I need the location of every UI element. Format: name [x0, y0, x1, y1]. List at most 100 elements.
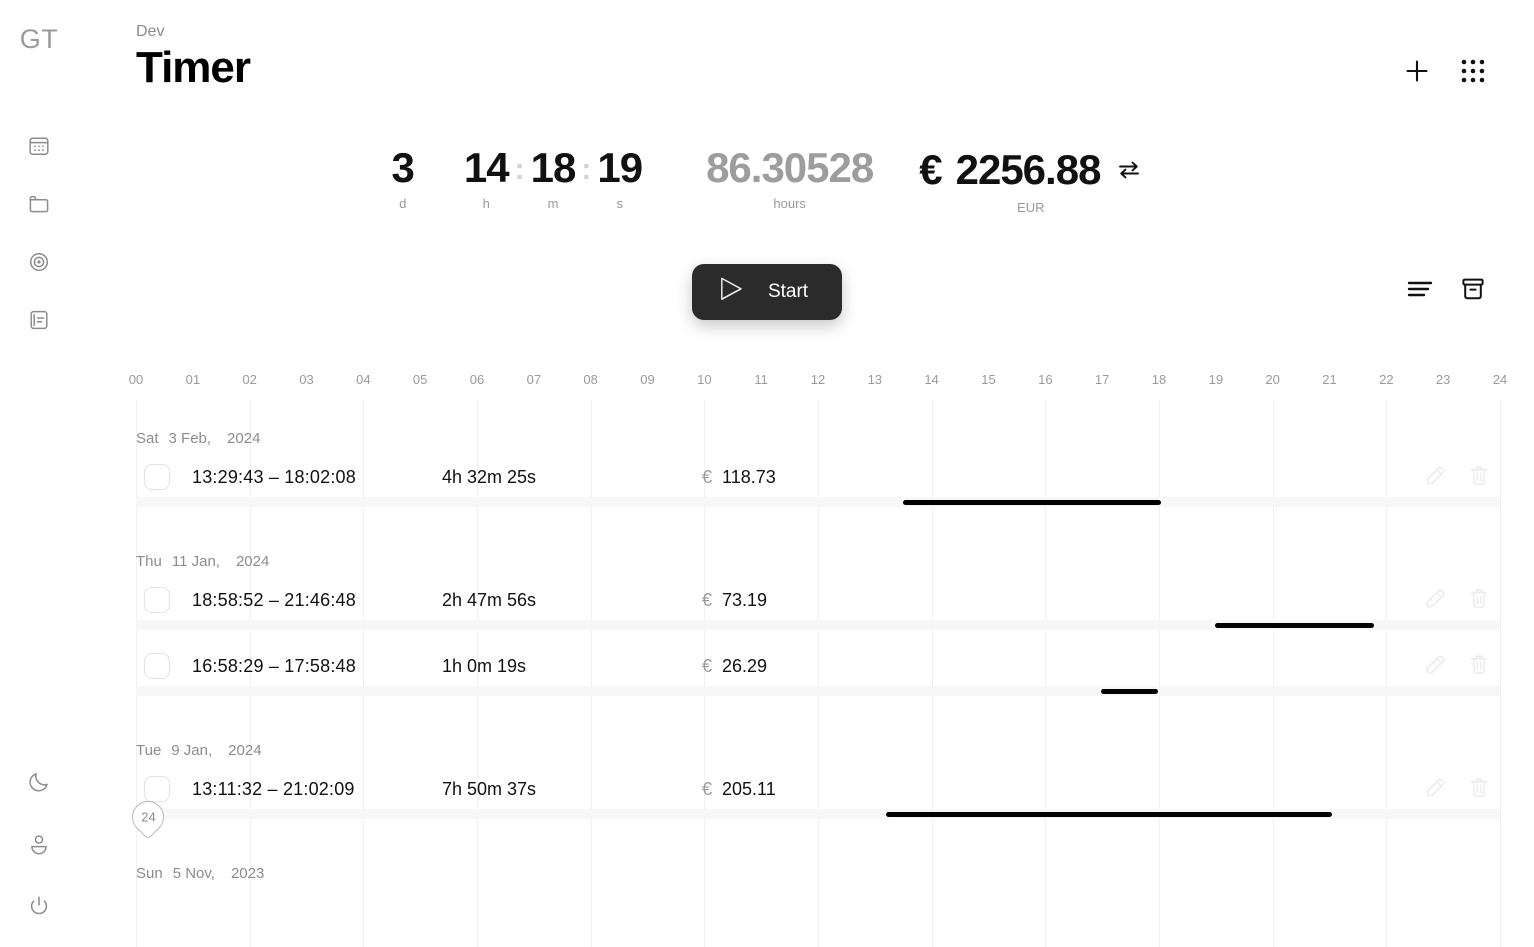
- hour-tick: 05: [412, 372, 428, 387]
- day-of-week: Sat: [136, 430, 159, 447]
- delete-icon[interactable]: [1468, 587, 1490, 614]
- decimal-hours-unit: hours: [773, 196, 806, 211]
- entry-checkbox[interactable]: [144, 587, 170, 613]
- delete-icon[interactable]: [1468, 653, 1490, 680]
- day-label: Sun 5 Nov, 2023: [136, 835, 1500, 892]
- day-date: 9 Jan,: [171, 742, 213, 759]
- delete-icon[interactable]: [1468, 776, 1490, 803]
- play-icon: [714, 272, 748, 312]
- entry-checkbox[interactable]: [144, 776, 170, 802]
- hour-tick: 15: [981, 372, 996, 387]
- entry-content: 13:11:32 – 21:02:09 7h 50m 37s €205.11: [136, 769, 1500, 809]
- entry-bar[interactable]: [903, 500, 1161, 505]
- entry-actions: [1424, 776, 1490, 803]
- hour-tick: 08: [583, 372, 598, 387]
- readout-minutes: 18 m: [530, 144, 577, 212]
- hour-tick: 23: [1435, 372, 1451, 387]
- separator-2: :: [581, 153, 592, 186]
- apps-grid-button[interactable]: [1460, 58, 1486, 84]
- readout-decimal-hours: 86.30528 hours: [706, 144, 874, 212]
- entry-actions: [1424, 653, 1490, 680]
- entry-bar[interactable]: [885, 812, 1332, 817]
- day-label: Tue 9 Jan, 2024: [136, 712, 1500, 769]
- money-unit: EUR: [1017, 200, 1045, 215]
- entry-amount: €73.19: [702, 590, 767, 611]
- entry-actions: [1424, 587, 1490, 614]
- day-year: 2023: [230, 865, 265, 882]
- day-year: 2024: [228, 742, 262, 759]
- edit-icon[interactable]: [1424, 464, 1446, 491]
- archive-icon[interactable]: [1460, 276, 1486, 302]
- hour-tick: 07: [526, 372, 542, 387]
- hour-tick: 18: [1151, 372, 1167, 387]
- timer-entry-row[interactable]: 18:58:52 – 21:46:48 2h 47m 56s €73.19: [136, 580, 1500, 646]
- hour-tick: 12: [810, 372, 826, 387]
- add-button[interactable]: [1402, 56, 1432, 86]
- sidebar: GT: [0, 0, 78, 947]
- edit-icon[interactable]: [1424, 653, 1446, 680]
- hour-axis: 00 01 02 03 04 05 06 07 08 09 10 11 12 13 14 15 16 17 18 19…: [129, 372, 1507, 398]
- entry-actions: [1424, 464, 1490, 491]
- entry-times: 18:58:52 – 21:46:48: [192, 589, 356, 610]
- hours-value: 14: [463, 144, 510, 191]
- day-of-week: Thu: [136, 553, 162, 570]
- entry-bar[interactable]: [1100, 689, 1158, 694]
- delete-icon[interactable]: [1468, 464, 1490, 491]
- entry-times: 13:11:32 – 21:02:09: [192, 778, 355, 799]
- hour-tick: 19: [1208, 372, 1224, 387]
- timer-entry-row[interactable]: 16:58:29 – 17:58:48 1h 0m 19s €26.29: [136, 646, 1500, 712]
- edit-icon[interactable]: [1424, 587, 1446, 614]
- entry-times: 13:29:43 – 18:02:08: [192, 466, 356, 487]
- seconds-value: 19: [597, 144, 643, 191]
- breadcrumb[interactable]: Dev: [136, 22, 250, 41]
- currency-symbol: €: [919, 146, 942, 193]
- day-label: Sat 3 Feb, 2024: [136, 400, 1500, 457]
- hours-unit: h: [482, 196, 490, 211]
- decimal-hours-value: 86.30528: [706, 144, 874, 191]
- entry-currency: €: [702, 778, 713, 799]
- start-button[interactable]: Start: [691, 264, 843, 320]
- days-unit: d: [399, 196, 407, 211]
- sidebar-item-logout[interactable]: [24, 891, 54, 921]
- edit-icon[interactable]: [1424, 776, 1446, 803]
- hour-tick: 01: [185, 372, 201, 387]
- start-button-label: Start: [767, 281, 809, 302]
- money-value: 2256.88: [955, 146, 1102, 193]
- entry-duration: 7h 50m 37s: [442, 778, 537, 799]
- readout-hours: 14 h: [463, 144, 510, 212]
- hour-tick: 17: [1094, 372, 1110, 387]
- timer-entry-row[interactable]: 13:11:32 – 21:02:09 7h 50m 37s €205.11 24: [125, 769, 1500, 840]
- currency-swap-icon[interactable]: [1116, 158, 1142, 187]
- day-year: 2024: [227, 430, 261, 447]
- hour-tick: 03: [299, 372, 314, 387]
- timer-readout: 3 d 14 h : 18 m : 19 s 86.30528 hours € …: [0, 146, 1534, 215]
- entry-content: 16:58:29 – 17:58:48 1h 0m 19s €26.29: [136, 646, 1500, 686]
- page-header: Dev Timer: [136, 22, 251, 93]
- list-view-icon[interactable]: [1406, 278, 1434, 300]
- entry-duration: 2h 47m 56s: [442, 589, 537, 610]
- entry-bar[interactable]: [1214, 623, 1374, 628]
- hour-tick: 20: [1265, 372, 1280, 387]
- day-date: 11 Jan,: [171, 553, 220, 570]
- day-group: Sun 5 Nov, 2023: [136, 835, 1500, 892]
- entry-amount: €205.11: [702, 779, 776, 800]
- sidebar-item-dark-mode[interactable]: [24, 767, 54, 797]
- entry-bar-track: [136, 497, 1500, 507]
- app-logo[interactable]: GT: [20, 24, 59, 55]
- minutes-value: 18: [530, 144, 577, 191]
- entry-checkbox[interactable]: [144, 653, 170, 679]
- day-group: Sat 3 Feb, 2024 13:29:43 – 18:02:08 4h 32m 2…: [136, 400, 1500, 523]
- readout-days: 3 d: [392, 146, 415, 212]
- sidebar-item-account[interactable]: [24, 829, 54, 859]
- hour-tick: 24: [1492, 372, 1508, 387]
- day-label: Thu 11 Jan, 2024: [136, 523, 1500, 580]
- entry-currency: €: [702, 655, 713, 676]
- entry-amount: €118.73: [702, 467, 776, 488]
- hour-tick: 00: [128, 372, 144, 387]
- timeline: 00 01 02 03 04 05 06 07 08 09 10 11 12 13 14 15 16 17 18 19…: [125, 372, 1507, 947]
- timer-entry-row[interactable]: 13:29:43 – 18:02:08 4h 32m 25s €118.73: [136, 457, 1500, 523]
- entry-checkbox[interactable]: [144, 464, 170, 490]
- entry-amount-value: 205.11: [722, 778, 776, 799]
- separator-1: :: [514, 153, 525, 186]
- hour-tick: 22: [1379, 372, 1394, 387]
